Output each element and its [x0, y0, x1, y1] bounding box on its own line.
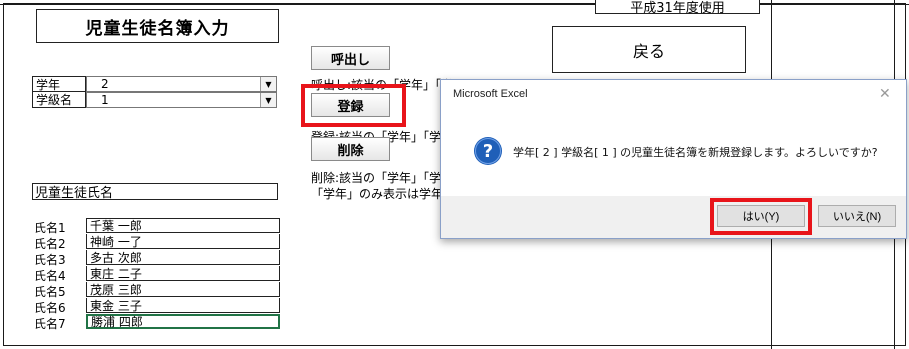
delete-description-2: 「学年」のみ表示は学年	[311, 187, 444, 201]
students-header: 児童生徒氏名	[32, 183, 278, 201]
call-button[interactable]: 呼出し	[311, 46, 390, 70]
student-name-cell[interactable]: 勝浦 四郎	[86, 314, 280, 329]
grade-label: 学年	[32, 76, 86, 92]
back-button[interactable]: 戻る	[552, 26, 746, 73]
dialog-body: ? 学年[ 2 ] 学級名[ 1 ] の児童生徒名簿を新規登録します。よろしいで…	[441, 108, 906, 196]
student-row: 氏名7 勝浦 四郎	[32, 314, 282, 331]
chevron-down-icon[interactable]: ▼	[260, 77, 276, 91]
delete-description: 削除:該当の「学年」「学	[311, 171, 442, 185]
student-name-cell[interactable]: 茂原 三郎	[86, 282, 280, 297]
page-title: 児童生徒名簿入力	[36, 9, 279, 43]
student-name-cell[interactable]: 千葉 一郎	[86, 218, 280, 233]
class-value: 1	[101, 93, 109, 107]
class-dropdown[interactable]: 1 ▼	[86, 92, 277, 108]
question-icon: ?	[473, 136, 503, 166]
dialog-message: 学年[ 2 ] 学級名[ 1 ] の児童生徒名簿を新規登録します。よろしいですか…	[513, 146, 878, 159]
grade-value: 2	[101, 77, 109, 91]
class-label: 学級名	[32, 92, 86, 108]
student-row: 氏名4 東庄 二子	[32, 266, 282, 283]
student-name-cell[interactable]: 多古 次郎	[86, 250, 280, 265]
student-label: 氏名7	[34, 317, 66, 331]
dialog-titlebar: Microsoft Excel ✕	[441, 80, 906, 108]
student-row: 氏名2 神崎 一了	[32, 234, 282, 251]
student-row: 氏名5 茂原 三郎	[32, 282, 282, 299]
no-button[interactable]: いいえ(N)	[818, 205, 896, 227]
yes-button[interactable]: はい(Y)	[717, 205, 805, 227]
student-row: 氏名6 東金 三子	[32, 298, 282, 315]
student-row: 氏名1 千葉 一郎	[32, 218, 282, 235]
delete-button[interactable]: 削除	[311, 137, 390, 161]
close-icon[interactable]: ✕	[879, 85, 891, 102]
student-name-cell[interactable]: 神崎 一了	[86, 234, 280, 249]
register-button[interactable]: 登録	[311, 93, 390, 117]
svg-text:?: ?	[483, 141, 493, 162]
year-label-partial: 平成31年度使用	[595, 0, 760, 14]
student-row: 氏名3 多古 次郎	[32, 250, 282, 267]
student-name-cell[interactable]: 東金 三子	[86, 298, 280, 313]
student-name-cell[interactable]: 東庄 二子	[86, 266, 280, 281]
chevron-down-icon[interactable]: ▼	[260, 93, 276, 107]
students-list: 氏名1 千葉 一郎 氏名2 神崎 一了 氏名3 多古 次郎 氏名4 東庄 二子 氏名5 茂原 三郎…	[32, 218, 282, 349]
dialog-title: Microsoft Excel	[453, 88, 528, 100]
top-border	[0, 4, 909, 5]
confirm-dialog: Microsoft Excel ✕ ? 学年[ 2 ] 学級名[ 1 ] の児童…	[440, 79, 907, 239]
grade-dropdown[interactable]: 2 ▼	[86, 76, 277, 92]
